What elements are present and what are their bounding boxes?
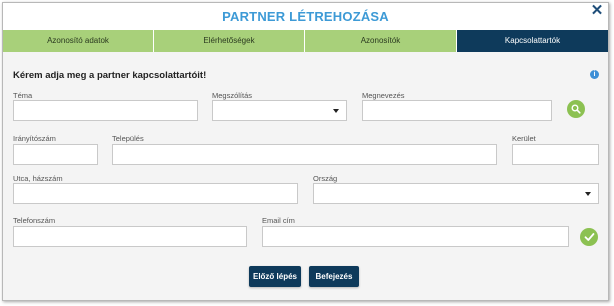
orszag-label: Ország <box>313 174 338 183</box>
info-icon[interactable]: i <box>590 70 599 79</box>
tab-azonosito-adatok[interactable]: Azonosító adatok <box>3 30 154 52</box>
chevron-down-icon <box>333 109 339 113</box>
tab-azonositok[interactable]: Azonosítók <box>305 30 457 52</box>
utca-field[interactable] <box>13 183 298 204</box>
megnevezes-field[interactable] <box>362 100 552 121</box>
chevron-down-icon <box>585 192 591 196</box>
orszag-select[interactable] <box>313 183 599 204</box>
search-icon[interactable] <box>567 100 585 118</box>
email-label: Email cím <box>262 216 295 225</box>
tema-label: Téma <box>13 91 33 100</box>
utca-label: Utca, házszám <box>13 174 63 183</box>
form-heading: Kérem adja meg a partner kapcsolattartói… <box>13 70 207 81</box>
close-icon[interactable]: ✕ <box>590 3 604 19</box>
kerulet-field[interactable] <box>512 144 599 165</box>
wizard-tabs: Azonosító adatok Elérhetőségek Azonosító… <box>3 30 608 52</box>
telefonszam-field[interactable] <box>13 226 247 247</box>
telefonszam-label: Telefonszám <box>13 216 56 225</box>
dialog-title: PARTNER LÉTREHOZÁSA <box>222 9 389 24</box>
finish-button[interactable]: Befejezés <box>309 266 359 287</box>
search-icon-glyph <box>571 104 581 114</box>
tab-elerhetosegek[interactable]: Elérhetőségek <box>154 30 305 52</box>
check-icon[interactable] <box>580 228 598 246</box>
kerulet-label: Kerület <box>512 134 536 143</box>
megnevezes-label: Megnevezés <box>362 91 405 100</box>
tab-kapcsolattartok[interactable]: Kapcsolattartók <box>457 30 608 52</box>
tema-field[interactable] <box>13 100 198 121</box>
megszolitas-select[interactable] <box>212 100 347 121</box>
iranyitoszam-label: Irányítószám <box>13 134 56 143</box>
dialog-titlebar: PARTNER LÉTREHOZÁSA ✕ <box>3 3 608 30</box>
partner-create-dialog: PARTNER LÉTREHOZÁSA ✕ Azonosító adatok E… <box>2 2 609 301</box>
email-field[interactable] <box>262 226 569 247</box>
iranyitoszam-field[interactable] <box>13 144 98 165</box>
telepules-field[interactable] <box>112 144 497 165</box>
previous-step-button[interactable]: Előző lépés <box>249 266 301 287</box>
telepules-label: Település <box>112 134 144 143</box>
megszolitas-label: Megszólítás <box>212 91 253 100</box>
check-icon-glyph <box>584 233 594 241</box>
